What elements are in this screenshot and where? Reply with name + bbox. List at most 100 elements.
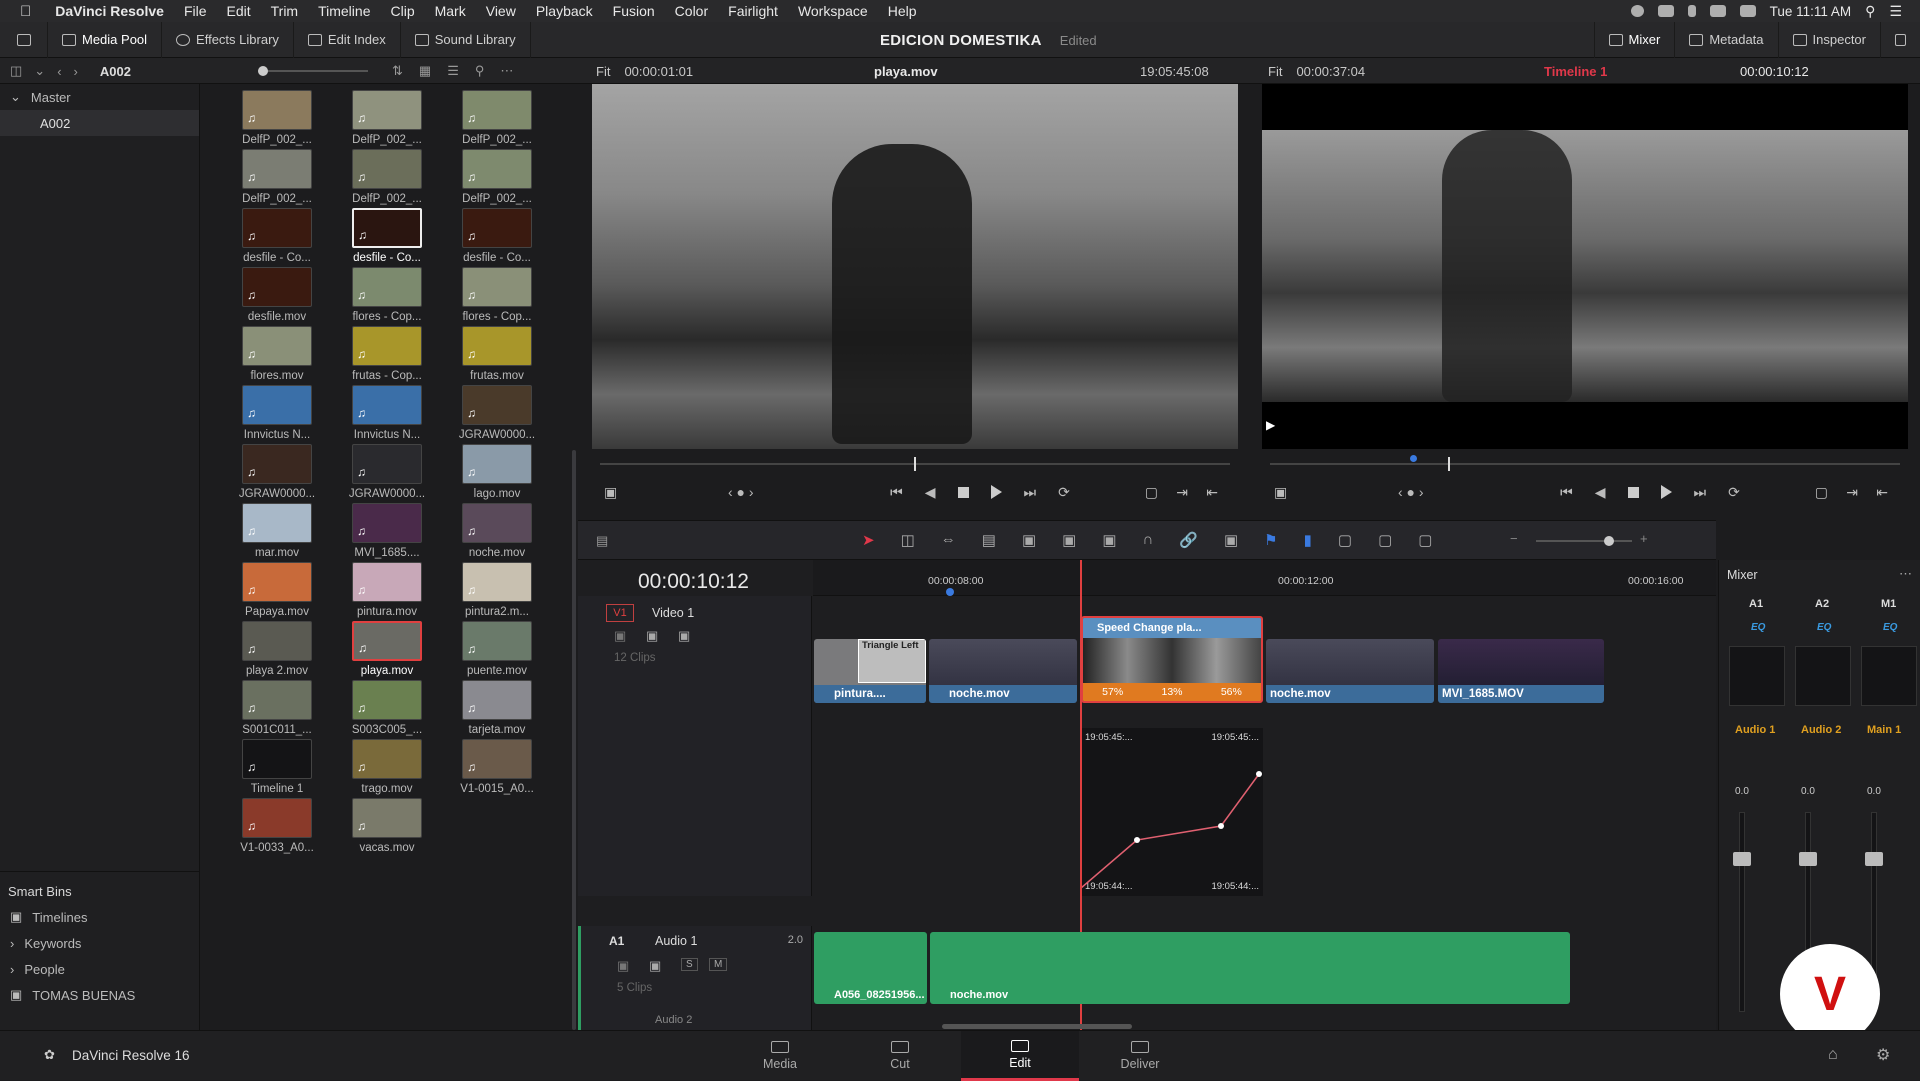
settings-icon[interactable]: ⚙ xyxy=(1876,1045,1890,1065)
overwrite-clip-icon[interactable]: ▣ xyxy=(1062,531,1076,549)
menu-mark[interactable]: Mark xyxy=(425,3,476,19)
play-reverse-icon[interactable]: ◀ xyxy=(1595,484,1606,501)
pool-clip[interactable]: ♫ vacas.mov xyxy=(332,798,442,854)
mark-in-icon[interactable]: ⇥ xyxy=(1176,484,1188,501)
metadata-button[interactable]: Metadata xyxy=(1674,21,1777,58)
match-frame-icon[interactable]: ▢ xyxy=(1145,484,1158,501)
tab-deliver[interactable]: Deliver xyxy=(1081,1031,1199,1081)
pool-clip[interactable]: ♫ JGRAW0000... xyxy=(442,385,552,441)
audio-clip-a056[interactable]: A056_08251956... xyxy=(814,932,927,1004)
mixer-more-icon[interactable]: ⋯ xyxy=(1899,566,1912,582)
mark-in-icon[interactable]: ⇥ xyxy=(1846,484,1858,501)
effects-library-button[interactable]: Effects Library xyxy=(162,21,294,58)
dynamic-trim-icon[interactable]: ⇔ xyxy=(941,531,956,549)
source-viewer[interactable] xyxy=(592,84,1238,449)
jog-icon[interactable]: ‹ ● › xyxy=(1398,484,1424,500)
loop-icon[interactable]: ⟳ xyxy=(1728,484,1740,501)
volume-fader[interactable] xyxy=(1733,852,1751,866)
zoom-out-icon[interactable]: − xyxy=(1510,531,1518,546)
viewer-mode-icon[interactable]: ▣ xyxy=(604,484,617,501)
speed-curve[interactable] xyxy=(1081,728,1263,896)
lock-icon[interactable]: ▣ xyxy=(614,628,626,644)
go-start-icon[interactable]: ⏮ xyxy=(1560,484,1573,501)
timeline-viewer[interactable]: ▶ xyxy=(1262,84,1908,449)
collapse-icon[interactable] xyxy=(1880,21,1920,58)
pool-clip[interactable]: ♫ JGRAW0000... xyxy=(332,444,442,500)
list-view-icon[interactable]: ☰ xyxy=(447,63,459,79)
pool-clip[interactable]: ♫ desfile - Co... xyxy=(332,208,442,264)
pool-clip[interactable]: ♫ noche.mov xyxy=(442,503,552,559)
search-icon[interactable]: ⚲ xyxy=(475,63,485,79)
pool-clip[interactable]: ♫ DelfP_002_... xyxy=(442,149,552,205)
clock[interactable]: Tue 11:11 AM xyxy=(1770,4,1852,19)
smart-bin-timelines[interactable]: ▣ Timelines xyxy=(0,904,200,930)
menu-view[interactable]: View xyxy=(476,3,526,19)
apple-icon[interactable]:  xyxy=(0,3,45,20)
v1-tag[interactable]: V1 xyxy=(606,604,634,622)
menu-file[interactable]: File xyxy=(174,3,217,19)
volume-fader[interactable] xyxy=(1799,852,1817,866)
clip-noche-1[interactable]: noche.mov xyxy=(929,639,1077,703)
master-bin[interactable]: ⌄ Master xyxy=(0,84,199,110)
audio-clip-noche[interactable]: noche.mov xyxy=(930,932,1570,1004)
search-icon[interactable]: ⚲ xyxy=(1865,3,1875,20)
zoom-in-icon[interactable]: + xyxy=(1640,531,1648,546)
back-icon[interactable]: ‹ xyxy=(57,64,61,79)
zoom-slider[interactable] xyxy=(1536,536,1632,546)
speed-56[interactable]: 56% xyxy=(1221,686,1242,698)
sound-library-button[interactable]: Sound Library xyxy=(401,21,531,58)
blade-tool-icon[interactable]: ▤ xyxy=(982,531,996,549)
trim-tool-icon[interactable]: ◫ xyxy=(901,531,915,549)
pool-clip[interactable]: ♫ playa.mov xyxy=(332,621,442,677)
pool-clip[interactable]: ♫ V1-0033_A0... xyxy=(222,798,332,854)
timeline-name[interactable]: Timeline 1 xyxy=(1544,58,1607,84)
ruler-marker[interactable] xyxy=(946,588,954,596)
pool-clip[interactable]: ♫ lago.mov xyxy=(442,444,552,500)
edit-index-button[interactable]: Edit Index xyxy=(294,21,401,58)
snapping-icon[interactable]: ∩ xyxy=(1143,531,1154,549)
grid-view-icon[interactable]: ▦ xyxy=(419,63,431,79)
timeline-scrollbar[interactable] xyxy=(942,1024,1132,1029)
thumb-size-slider[interactable] xyxy=(258,58,368,84)
pool-clip[interactable]: ♫ S003C005_... xyxy=(332,680,442,736)
menu-clip[interactable]: Clip xyxy=(380,3,424,19)
match-frame-icon[interactable]: ▢ xyxy=(1815,484,1828,501)
pool-clip[interactable]: ♫ Papaya.mov xyxy=(222,562,332,618)
pool-clip[interactable]: ♫ desfile - Co... xyxy=(222,208,332,264)
loop-icon[interactable]: ⟳ xyxy=(1058,484,1070,501)
track-enable-icon[interactable]: ▣ xyxy=(678,628,690,644)
eq-button[interactable]: EQ xyxy=(1751,622,1765,633)
more-icon[interactable]: ⋯ xyxy=(500,63,513,79)
tab-cut[interactable]: Cut xyxy=(841,1031,959,1081)
play-reverse-icon[interactable]: ◀ xyxy=(925,484,936,501)
lock-icon[interactable]: ▣ xyxy=(1224,531,1238,549)
flag-icon[interactable]: ⚑ xyxy=(1264,531,1277,549)
source-fit-select[interactable]: Fit xyxy=(596,64,610,79)
cloud-icon[interactable] xyxy=(1657,5,1674,17)
pool-clip[interactable]: ♫ V1-0015_A0... xyxy=(442,739,552,795)
smart-bin-keywords[interactable]: › Keywords xyxy=(0,930,200,956)
clip-noche-2[interactable]: noche.mov xyxy=(1266,639,1434,703)
tab-edit[interactable]: Edit xyxy=(961,1031,1079,1081)
clip-speed-change[interactable]: Speed Change pla... 57% 13% 56% xyxy=(1081,616,1263,703)
sort-icon[interactable]: ⇅ xyxy=(392,63,403,79)
pool-clip[interactable]: ♫ frutas.mov xyxy=(442,326,552,382)
menu-playback[interactable]: Playback xyxy=(526,3,603,19)
mark-out-icon[interactable]: ⇤ xyxy=(1206,484,1218,501)
marker-icon[interactable]: ▮ xyxy=(1304,531,1312,549)
bin-a002[interactable]: A002 xyxy=(0,110,199,136)
pool-clip[interactable]: ♫ MVI_1685.... xyxy=(332,503,442,559)
pan-control[interactable] xyxy=(1795,646,1851,706)
source-scrubber[interactable] xyxy=(600,457,1230,471)
chevron-down-icon[interactable]: ⌄ xyxy=(34,63,45,79)
insert-clip-icon[interactable]: ▣ xyxy=(1022,531,1036,549)
play-icon[interactable] xyxy=(990,485,1002,499)
transition-block[interactable]: Triangle Left xyxy=(858,639,926,683)
pool-clip[interactable]: ♫ desfile.mov xyxy=(222,267,332,323)
menu-help[interactable]: Help xyxy=(878,3,927,19)
eq-button[interactable]: EQ xyxy=(1883,622,1897,633)
mute-button[interactable]: M xyxy=(709,958,728,971)
pan-control[interactable] xyxy=(1729,646,1785,706)
pool-clip[interactable]: ♫ DelfP_002_... xyxy=(222,149,332,205)
pool-clip[interactable]: ♫ Innvictus N... xyxy=(332,385,442,441)
